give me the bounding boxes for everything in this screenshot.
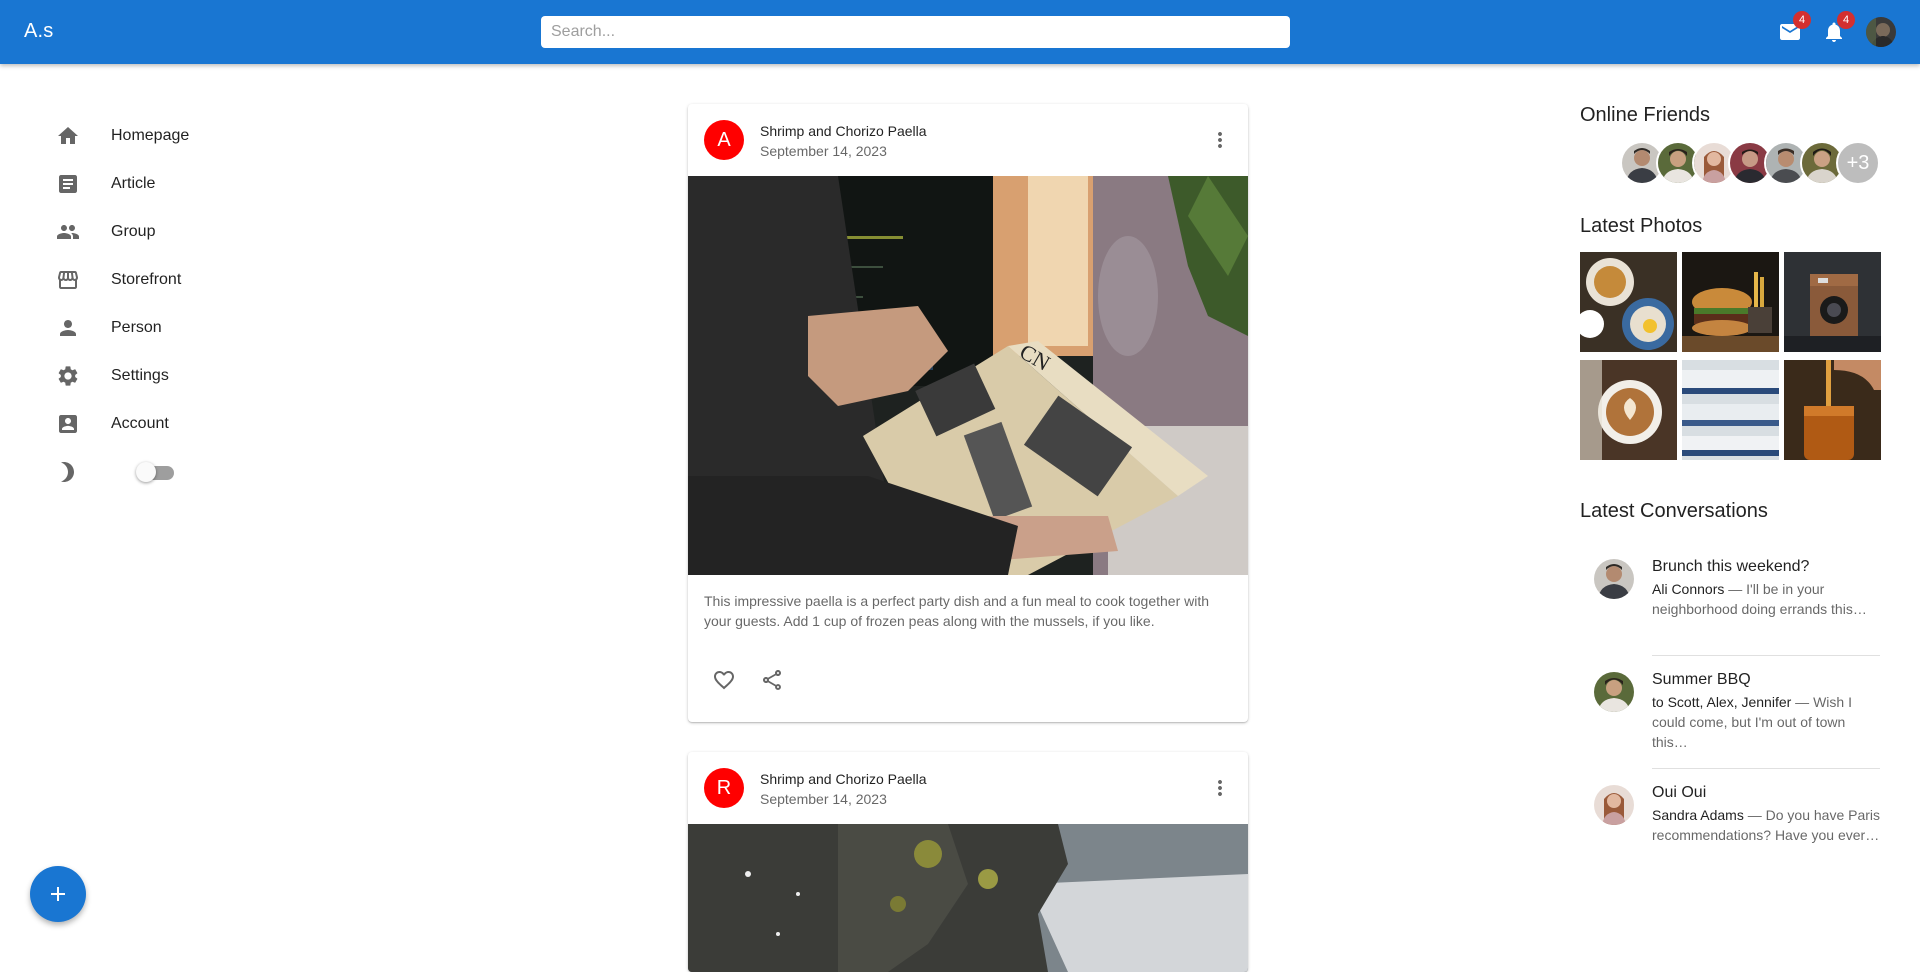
switch-thumb — [136, 462, 156, 482]
conversation-avatar — [1594, 672, 1634, 712]
conversation-body: Brunch this weekend? Ali Connors — I'll … — [1652, 555, 1880, 619]
conversation-snippet: to Scott, Alex, Jennifer — Wish I could … — [1652, 692, 1880, 752]
conversation-title: Brunch this weekend? — [1652, 558, 1810, 575]
more-vert-icon — [1218, 780, 1222, 796]
post-title: Shrimp and Chorizo Paella — [760, 123, 927, 139]
sidebar-item-article[interactable]: Article — [40, 160, 340, 208]
sidebar-item-settings[interactable]: Settings — [40, 352, 340, 400]
post-title: Shrimp and Chorizo Paella — [760, 771, 927, 787]
photo-honey[interactable] — [1784, 360, 1881, 460]
conversations-list: Brunch this weekend? Ali Connors — I'll … — [1580, 543, 1880, 882]
online-friends-group: +3 — [1580, 141, 1880, 185]
theme-toggle-row — [40, 448, 340, 496]
conversation-body: Summer BBQ to Scott, Alex, Jennifer — Wi… — [1652, 668, 1880, 752]
add-post-button[interactable] — [30, 866, 86, 922]
brand-logo[interactable]: A.s — [24, 20, 54, 43]
article-icon — [40, 172, 96, 196]
share-icon — [763, 670, 781, 690]
sidebar-item-homepage[interactable]: Homepage — [40, 112, 340, 160]
mail-button[interactable]: 4 — [1778, 11, 1811, 44]
post-description: This impressive paella is a perfect part… — [704, 593, 1210, 629]
photo-hats[interactable] — [1682, 360, 1779, 460]
conversation-item[interactable]: Summer BBQ to Scott, Alex, Jennifer — Wi… — [1580, 656, 1880, 769]
sidebar-item-group[interactable]: Group — [40, 208, 340, 256]
sidebar-item-storefront[interactable]: Storefront — [40, 256, 340, 304]
conversation-item[interactable]: Brunch this weekend? Ali Connors — I'll … — [1580, 543, 1880, 656]
account-box-icon — [40, 412, 96, 436]
cliff-coast-photo — [688, 824, 1248, 972]
person-icon — [40, 316, 96, 340]
storefront-icon — [40, 268, 96, 292]
latest-photos-title: Latest Photos — [1580, 215, 1703, 237]
sidebar-item-label: Homepage — [111, 127, 190, 144]
post-menu-button[interactable] — [1208, 776, 1232, 800]
sidebar-item-label: Article — [111, 175, 156, 192]
app-bar: A.s 4 4 — [0, 0, 1920, 64]
sidebar-item-account[interactable]: Account — [40, 400, 340, 448]
latest-photos-grid — [1580, 252, 1881, 460]
conversation-title: Oui Oui — [1652, 784, 1707, 801]
post-avatar[interactable]: R — [704, 768, 744, 808]
conversation-snippet: Ali Connors — I'll be in your neighborho… — [1652, 579, 1880, 619]
conversation-snippet: Sandra Adams — Do you have Paris recomme… — [1652, 805, 1880, 845]
right-panel: Online Friends +3 Latest Photos Latest C… — [1580, 104, 1881, 882]
sidebar-item-person[interactable]: Person — [40, 304, 340, 352]
conversation-title: Summer BBQ — [1652, 671, 1751, 688]
photo-breakfast[interactable] — [1580, 252, 1677, 352]
like-button[interactable] — [712, 668, 736, 692]
post-card: R Shrimp and Chorizo Paella September 14… — [688, 752, 1248, 972]
user-avatar[interactable] — [1866, 17, 1896, 47]
share-button[interactable] — [760, 668, 784, 692]
post-date: September 14, 2023 — [760, 143, 887, 159]
post-header: A Shrimp and Chorizo Paella September 14… — [688, 104, 1248, 176]
post-image[interactable] — [688, 824, 1248, 972]
notifications-badge: 4 — [1837, 11, 1855, 29]
post-image[interactable]: CN — [688, 176, 1248, 575]
photo-coffee[interactable] — [1580, 360, 1677, 460]
sidebar-item-label: Storefront — [111, 271, 182, 288]
mail-badge: 4 — [1793, 11, 1811, 29]
search-input[interactable] — [541, 16, 1290, 48]
conversation-sender: Sandra Adams — [1652, 807, 1744, 823]
sidebar-item-label: Person — [111, 319, 162, 336]
conversation-sender: to Scott, Alex, Jennifer — [1652, 694, 1792, 710]
sidebar: Homepage Article Group Storefront Person… — [40, 112, 340, 496]
heart-outline-icon — [714, 671, 734, 690]
sidebar-item-label: Account — [111, 415, 169, 432]
conversation-avatar — [1594, 559, 1634, 599]
post-avatar[interactable]: A — [704, 120, 744, 160]
home-icon — [40, 124, 96, 148]
settings-icon — [40, 364, 96, 388]
sidebar-item-label: Group — [111, 223, 156, 240]
post-menu-button[interactable] — [1208, 128, 1232, 152]
photo-camera[interactable] — [1784, 252, 1881, 352]
conversation-body: Oui Oui Sandra Adams — Do you have Paris… — [1652, 781, 1880, 845]
conversation-avatar — [1594, 785, 1634, 825]
online-friends-title: Online Friends — [1580, 104, 1711, 126]
conversation-sender: Ali Connors — [1652, 581, 1725, 597]
dark-mode-switch[interactable] — [136, 462, 174, 482]
more-friends-count[interactable]: +3 — [1836, 141, 1880, 185]
dark-mode-icon — [40, 460, 96, 484]
sidebar-item-label: Settings — [111, 367, 169, 384]
post-card: A Shrimp and Chorizo Paella September 14… — [688, 104, 1248, 722]
post-actions — [688, 653, 1248, 719]
more-vert-icon — [1218, 132, 1222, 148]
group-icon — [40, 220, 96, 244]
photo-burger[interactable] — [1682, 252, 1779, 352]
add-icon — [51, 887, 65, 901]
notifications-button[interactable]: 4 — [1822, 11, 1855, 44]
book-reading-photo: CN — [688, 176, 1248, 575]
latest-conversations-title: Latest Conversations — [1580, 500, 1768, 522]
conversation-item[interactable]: Oui Oui Sandra Adams — Do you have Paris… — [1580, 769, 1880, 882]
post-header: R Shrimp and Chorizo Paella September 14… — [688, 752, 1248, 824]
post-date: September 14, 2023 — [760, 791, 887, 807]
